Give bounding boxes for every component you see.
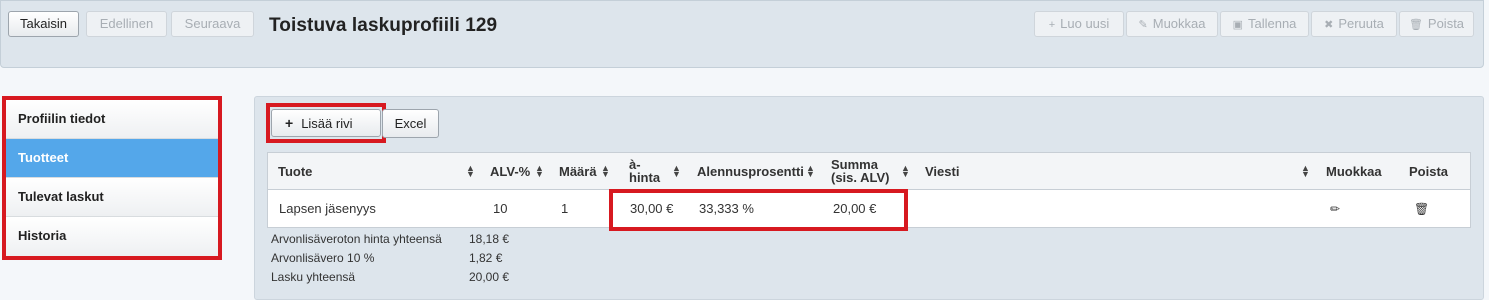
delete-row-trash-icon[interactable]: 🗑: [1414, 190, 1429, 227]
cell-product: Lapsen jäsenyys: [279, 201, 376, 216]
sort-icon[interactable]: ▲ ▼: [901, 164, 910, 179]
back-button[interactable]: Takaisin: [8, 11, 79, 37]
table-header: Tuote ▲ ▼ ALV-% ▲ ▼ Määrä ▲ ▼ à-hinta ▲ ▼ Al…: [268, 153, 1470, 190]
invoice-totals: Arvonlisäveroton hinta yhteensä 18,18 € …: [271, 230, 510, 287]
add-row-button[interactable]: + Lisää rivi: [271, 109, 381, 137]
trash-icon: 🗑: [1408, 19, 1423, 31]
cell-vat: 10: [493, 201, 508, 216]
sort-icon[interactable]: ▲ ▼: [1301, 164, 1310, 179]
sidebar-item-upcoming-invoices[interactable]: Tulevat laskut: [6, 178, 218, 217]
header-product[interactable]: Tuote: [278, 153, 312, 189]
row-values-highlight: [609, 189, 908, 231]
edit-button[interactable]: ✎ Muokkaa: [1126, 11, 1218, 37]
save-button[interactable]: ▣ Tallenna: [1220, 11, 1309, 37]
pencil-icon: ✎: [1138, 19, 1148, 31]
header-delete: Poista: [1409, 163, 1449, 179]
sort-icon[interactable]: ▲ ▼: [601, 164, 610, 179]
sidebar-item-history[interactable]: Historia: [6, 217, 218, 256]
total-row-vat: Arvonlisävero 10 % 1,82 €: [271, 251, 503, 265]
total-row-grand: Lasku yhteensä 20,00 €: [271, 270, 510, 284]
next-button[interactable]: Seuraava: [171, 11, 254, 37]
cell-quantity: 1: [561, 201, 569, 216]
plus-icon: +: [285, 115, 294, 131]
excel-button[interactable]: Excel: [382, 109, 439, 138]
header-unit-price[interactable]: à-hinta: [629, 153, 660, 189]
sort-icon[interactable]: ▲ ▼: [806, 164, 815, 179]
plus-icon: +: [1048, 19, 1056, 31]
sort-icon[interactable]: ▲ ▼: [535, 164, 544, 179]
header-edit: Muokkaa: [1326, 163, 1382, 179]
header-sum[interactable]: Summa (sis. ALV): [831, 153, 890, 189]
sort-icon[interactable]: ▲ ▼: [466, 164, 475, 179]
header-discount[interactable]: Alennusprosentti: [697, 153, 804, 189]
previous-button[interactable]: Edellinen: [86, 11, 167, 37]
sidebar-item-profile[interactable]: Profiilin tiedot: [6, 100, 218, 139]
close-icon: ✖: [1324, 19, 1334, 31]
sort-icon[interactable]: ▲ ▼: [672, 164, 681, 179]
top-toolbar: Takaisin Edellinen Seuraava Toistuva las…: [0, 0, 1484, 68]
edit-row-pencil-icon[interactable]: ✏: [1330, 190, 1340, 227]
total-row-net: Arvonlisäveroton hinta yhteensä 18,18 €: [271, 232, 510, 246]
cancel-button[interactable]: ✖ Peruuta: [1311, 11, 1397, 37]
sidebar-nav: Profiilin tiedot Tuotteet Tulevat laskut…: [2, 96, 222, 260]
header-message[interactable]: Viesti: [925, 153, 959, 189]
new-button[interactable]: + Luo uusi: [1034, 11, 1124, 37]
floppy-disk-icon: ▣: [1232, 19, 1243, 31]
delete-button[interactable]: 🗑 Poista: [1399, 11, 1474, 37]
header-quantity[interactable]: Määrä: [559, 153, 597, 189]
page-title: Toistuva laskuprofiili 129: [269, 15, 498, 36]
header-vat[interactable]: ALV-%: [490, 153, 530, 189]
sidebar-item-products[interactable]: Tuotteet: [6, 139, 218, 178]
